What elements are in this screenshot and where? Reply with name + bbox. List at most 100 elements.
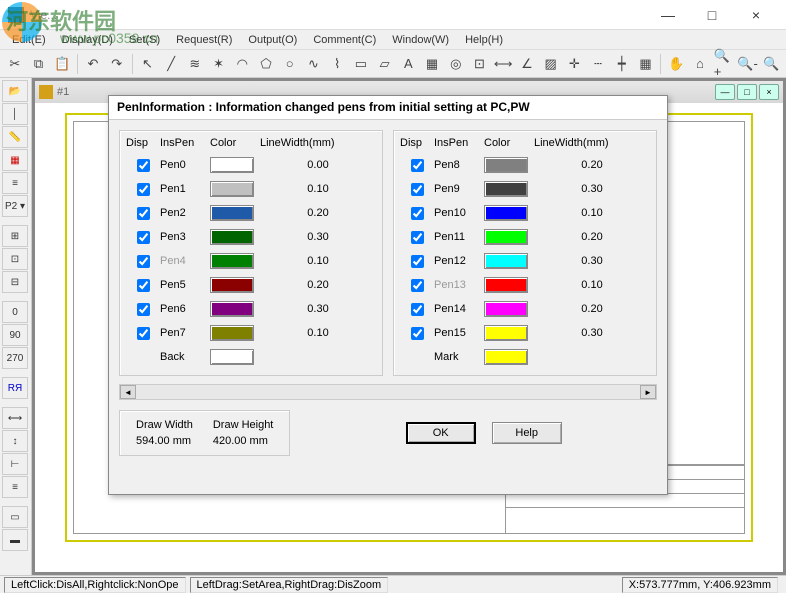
pen-disp-checkbox[interactable] bbox=[411, 255, 424, 268]
tool-circle-icon[interactable]: ○ bbox=[279, 53, 301, 75]
pen-disp-checkbox[interactable] bbox=[137, 207, 150, 220]
pen-disp-checkbox[interactable] bbox=[137, 303, 150, 316]
help-button[interactable]: Help bbox=[492, 422, 562, 444]
pen-disp-checkbox[interactable] bbox=[411, 183, 424, 196]
tool-parallel-icon[interactable]: ▱ bbox=[374, 53, 396, 75]
close-button[interactable]: × bbox=[734, 1, 778, 29]
menu-output[interactable]: Output(O) bbox=[240, 32, 305, 48]
pen-disp-checkbox[interactable] bbox=[137, 231, 150, 244]
pen-color-swatch[interactable] bbox=[210, 277, 254, 293]
tool-snap2-icon[interactable]: ⊡ bbox=[2, 248, 28, 270]
pen-color-swatch[interactable] bbox=[210, 325, 254, 341]
tool-b2-icon[interactable]: ▬ bbox=[2, 529, 28, 551]
dialog-hscroll[interactable]: ◄ ► bbox=[119, 384, 657, 400]
minimize-button[interactable]: — bbox=[646, 1, 690, 29]
pen-color-swatch[interactable] bbox=[484, 253, 528, 269]
tool-scissors-icon[interactable]: ✂ bbox=[4, 53, 26, 75]
tool-dim2-icon[interactable]: ↕ bbox=[2, 430, 28, 452]
mark-swatch[interactable] bbox=[484, 349, 528, 365]
tool-dim1-icon[interactable]: ⟷ bbox=[2, 407, 28, 429]
rotate-90[interactable]: 90 bbox=[2, 324, 28, 346]
tool-hatch-icon[interactable]: ▨ bbox=[540, 53, 562, 75]
back-swatch[interactable] bbox=[210, 349, 254, 365]
menu-edit[interactable]: Edit(E) bbox=[4, 32, 54, 48]
tool-paste-icon[interactable]: 📋 bbox=[51, 53, 73, 75]
tool-curve-icon[interactable]: ∿ bbox=[303, 53, 325, 75]
tool-line-icon[interactable]: ╱ bbox=[160, 53, 182, 75]
pen-disp-checkbox[interactable] bbox=[411, 279, 424, 292]
pen-color-swatch[interactable] bbox=[484, 301, 528, 317]
tool-star-icon[interactable]: ✶ bbox=[208, 53, 230, 75]
tool-measure-icon[interactable]: 📏 bbox=[2, 126, 28, 148]
pen-color-swatch[interactable] bbox=[484, 181, 528, 197]
pen-color-swatch[interactable] bbox=[484, 325, 528, 341]
pen-disp-checkbox[interactable] bbox=[411, 303, 424, 316]
tool-zoomfit-icon[interactable]: ⌂ bbox=[689, 53, 711, 75]
tool-rect-icon[interactable]: ▭ bbox=[350, 53, 372, 75]
open-icon[interactable]: 📂 bbox=[2, 80, 28, 102]
tool-snap1-icon[interactable]: ⊞ bbox=[2, 225, 28, 247]
rotate-0[interactable]: 0 bbox=[2, 301, 28, 323]
menu-request[interactable]: Request(R) bbox=[168, 32, 240, 48]
pen-color-swatch[interactable] bbox=[210, 301, 254, 317]
pen-disp-checkbox[interactable] bbox=[137, 327, 150, 340]
tool-b1-icon[interactable]: ▭ bbox=[2, 506, 28, 528]
tool-fill-icon[interactable]: ▦ bbox=[421, 53, 443, 75]
tool-arc-icon[interactable]: ◠ bbox=[231, 53, 253, 75]
pen-disp-checkbox[interactable] bbox=[411, 207, 424, 220]
tool-zoomin-icon[interactable]: 🔍+ bbox=[713, 53, 735, 75]
tool-clip-icon[interactable]: ⊡ bbox=[469, 53, 491, 75]
tool-angle-icon[interactable]: ∠ bbox=[516, 53, 538, 75]
pen-color-swatch[interactable] bbox=[484, 277, 528, 293]
tool-grid-icon[interactable]: ▦ bbox=[635, 53, 657, 75]
tool-dim4-icon[interactable]: ≡ bbox=[2, 476, 28, 498]
pen-disp-checkbox[interactable] bbox=[137, 183, 150, 196]
tool-center-icon[interactable]: ✛ bbox=[564, 53, 586, 75]
pen-disp-checkbox[interactable] bbox=[411, 327, 424, 340]
doc-maximize-button[interactable]: □ bbox=[737, 84, 757, 100]
tool-dim3-icon[interactable]: ⊢ bbox=[2, 453, 28, 475]
pen-disp-checkbox[interactable] bbox=[137, 159, 150, 172]
p2-selector[interactable]: P2 ▾ bbox=[2, 195, 28, 217]
tool-redo-icon[interactable]: ↷ bbox=[106, 53, 128, 75]
tool-target-icon[interactable]: ◎ bbox=[445, 53, 467, 75]
menu-help[interactable]: Help(H) bbox=[457, 32, 511, 48]
tool-dim-icon[interactable]: ⟷ bbox=[492, 53, 514, 75]
pen-color-swatch[interactable] bbox=[484, 205, 528, 221]
tool-snap3-icon[interactable]: ⊟ bbox=[2, 271, 28, 293]
menu-window[interactable]: Window(W) bbox=[384, 32, 457, 48]
doc-minimize-button[interactable]: — bbox=[715, 84, 735, 100]
tool-layer-icon[interactable]: ≡ bbox=[2, 172, 28, 194]
pen-disp-checkbox[interactable] bbox=[137, 255, 150, 268]
pen-color-swatch[interactable] bbox=[210, 229, 254, 245]
tool-zigzag-icon[interactable]: ⌇ bbox=[326, 53, 348, 75]
tool-dash-icon[interactable]: ┄ bbox=[587, 53, 609, 75]
tool-undo-icon[interactable]: ↶ bbox=[82, 53, 104, 75]
tool-zoomout-icon[interactable]: 🔍- bbox=[737, 53, 759, 75]
pen-color-swatch[interactable] bbox=[484, 229, 528, 245]
tool-axis-icon[interactable]: ┿ bbox=[611, 53, 633, 75]
pen-disp-checkbox[interactable] bbox=[137, 279, 150, 292]
tool-vline-icon[interactable]: │ bbox=[2, 103, 28, 125]
tool-palette-icon[interactable]: ▦ bbox=[2, 149, 28, 171]
maximize-button[interactable]: □ bbox=[690, 1, 734, 29]
tool-zoom-icon[interactable]: 🔍 bbox=[761, 53, 783, 75]
pen-color-swatch[interactable] bbox=[210, 205, 254, 221]
menu-comment[interactable]: Comment(C) bbox=[305, 32, 384, 48]
ok-button[interactable]: OK bbox=[406, 422, 476, 444]
tool-copy-icon[interactable]: ⧉ bbox=[28, 53, 50, 75]
tool-pointer-icon[interactable]: ↖ bbox=[137, 53, 159, 75]
pen-color-swatch[interactable] bbox=[484, 157, 528, 173]
pen-disp-checkbox[interactable] bbox=[411, 231, 424, 244]
scroll-left-icon[interactable]: ◄ bbox=[120, 385, 136, 399]
doc-close-button[interactable]: × bbox=[759, 84, 779, 100]
scroll-right-icon[interactable]: ► bbox=[640, 385, 656, 399]
tool-text-icon[interactable]: A bbox=[397, 53, 419, 75]
menu-set[interactable]: Set(S) bbox=[121, 32, 168, 48]
mirror-button[interactable]: RЯ bbox=[2, 377, 28, 399]
pen-disp-checkbox[interactable] bbox=[411, 159, 424, 172]
tool-polygon-icon[interactable]: ⬠ bbox=[255, 53, 277, 75]
rotate-270[interactable]: 270 bbox=[2, 347, 28, 369]
pen-color-swatch[interactable] bbox=[210, 157, 254, 173]
tool-polyline-icon[interactable]: ≋ bbox=[184, 53, 206, 75]
